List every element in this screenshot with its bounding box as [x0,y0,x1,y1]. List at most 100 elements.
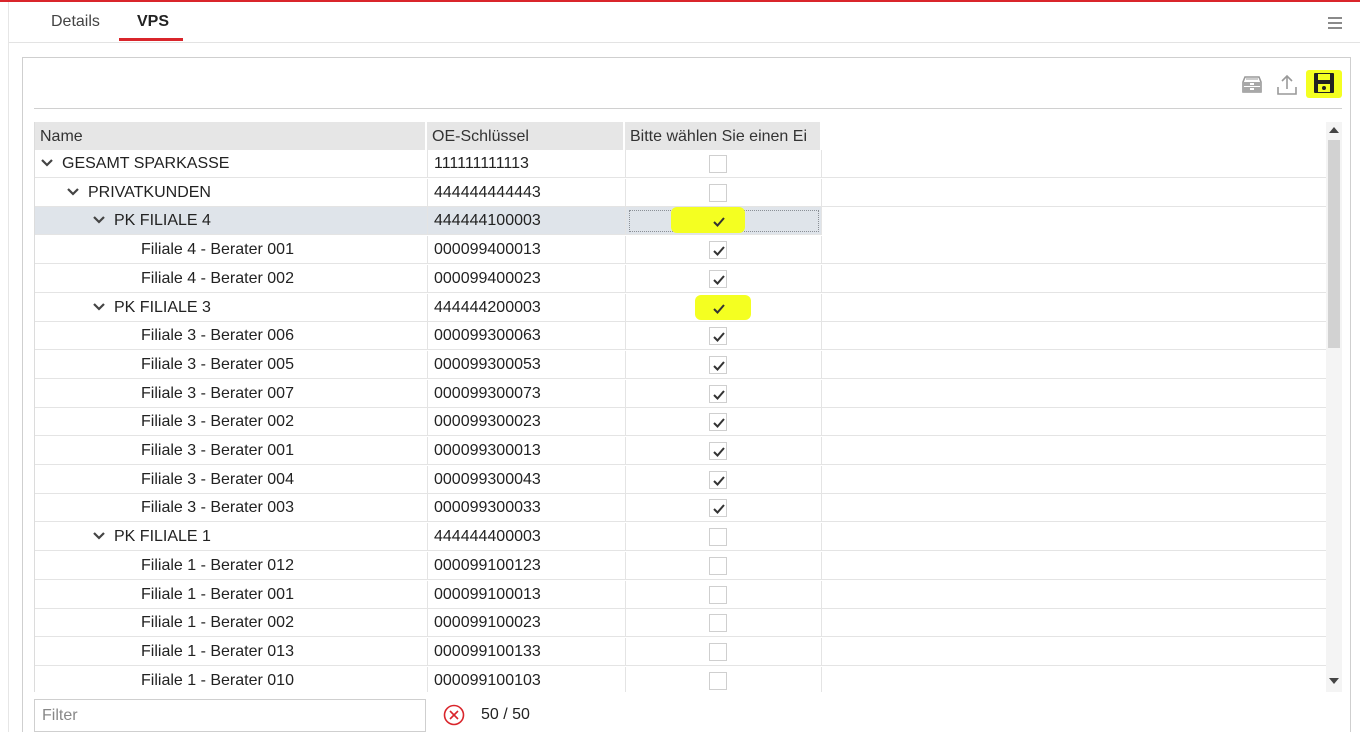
oe-key-cell: 000099100103 [427,667,625,692]
table-row[interactable]: Filiale 3 - Berater 007 000099300073 [35,380,1326,408]
row-checkbox[interactable] [709,299,727,317]
empty-cell [822,552,1326,580]
checkmark-icon [713,217,725,227]
name-cell: GESAMT SPARKASSE [35,150,427,178]
table-row[interactable]: PRIVATKUNDEN 444444444443 [35,179,1326,207]
row-checkbox[interactable] [709,385,727,403]
row-name: Filiale 3 - Berater 002 [141,413,294,430]
oe-key-cell: 000099300023 [427,408,625,436]
row-checkbox[interactable] [709,643,727,661]
tab-bar: Details VPS [9,2,1360,43]
oe-key-cell: 000099300013 [427,437,625,465]
name-cell: Filiale 4 - Berater 002 [35,265,427,293]
table-row[interactable]: PK FILIALE 1 444444400003 [35,523,1326,551]
row-checkbox[interactable] [709,270,727,288]
checkmark-icon [713,504,725,514]
table-row[interactable]: Filiale 1 - Berater 001 000099100013 [35,581,1326,609]
empty-cell [822,236,1326,264]
table-row[interactable]: Filiale 1 - Berater 013 000099100133 [35,638,1326,666]
column-header-name[interactable]: Name [35,122,427,150]
chevron-down-icon[interactable] [67,188,79,196]
archive-icon[interactable] [1240,73,1264,97]
toolbar-divider [34,108,1342,109]
highlight-marker [671,207,745,233]
oe-key-cell: 000099300033 [427,494,625,522]
oe-key-cell: 000099300053 [427,351,625,379]
row-checkbox[interactable] [709,557,727,575]
hamburger-menu-icon[interactable] [1328,17,1342,29]
oe-key-cell: 000099100023 [427,609,625,637]
row-checkbox[interactable] [709,184,727,202]
row-checkbox[interactable] [709,586,727,604]
row-name: Filiale 4 - Berater 001 [141,241,294,258]
empty-cell [822,609,1326,637]
table-row[interactable]: PK FILIALE 3 444444200003 [35,294,1326,322]
table-row[interactable]: Filiale 3 - Berater 001 000099300013 [35,437,1326,465]
row-name: Filiale 1 - Berater 012 [141,557,294,574]
filter-input[interactable] [34,699,426,732]
oe-key-cell: 444444400003 [427,523,625,551]
name-cell: Filiale 3 - Berater 005 [35,351,427,379]
row-checkbox[interactable] [709,528,727,546]
tab-details[interactable]: Details [51,13,100,31]
row-checkbox[interactable] [709,155,727,173]
active-tab-indicator [119,38,183,41]
row-checkbox[interactable] [709,327,727,345]
scroll-thumb[interactable] [1328,140,1340,348]
table-row[interactable]: Filiale 1 - Berater 010 000099100103 [35,667,1326,692]
row-checkbox[interactable] [709,241,727,259]
upload-icon[interactable] [1275,73,1299,97]
row-checkbox[interactable] [709,413,727,431]
row-name: Filiale 3 - Berater 001 [141,442,294,459]
oe-key-cell: 444444100003 [427,207,625,235]
empty-cell [822,150,1326,178]
chevron-down-icon[interactable] [93,532,105,540]
row-checkbox[interactable] [709,499,727,517]
row-name: Filiale 3 - Berater 004 [141,471,294,488]
row-name: PRIVATKUNDEN [88,184,211,201]
chevron-down-icon[interactable] [93,303,105,311]
table-row[interactable]: Filiale 3 - Berater 004 000099300043 [35,466,1326,494]
table-row[interactable]: PK FILIALE 4 444444100003 [35,207,1326,235]
save-icon[interactable] [1306,70,1342,98]
oe-key-cell: 444444444443 [427,179,625,207]
chevron-down-icon[interactable] [41,159,53,167]
table-row[interactable]: Filiale 3 - Berater 005 000099300053 [35,351,1326,379]
table-row[interactable]: Filiale 4 - Berater 002 000099400023 [35,265,1326,293]
row-checkbox[interactable] [709,356,727,374]
row-checkbox[interactable] [709,672,727,690]
scroll-down-arrow-icon[interactable] [1329,678,1339,684]
table-row[interactable]: Filiale 1 - Berater 012 000099100123 [35,552,1326,580]
scroll-up-arrow-icon[interactable] [1329,127,1339,133]
row-checkbox[interactable] [709,471,727,489]
chevron-down-icon[interactable] [93,216,105,224]
table-row[interactable]: Filiale 3 - Berater 002 000099300023 [35,408,1326,436]
row-name: PK FILIALE 1 [114,528,211,545]
row-name: Filiale 1 - Berater 001 [141,586,294,603]
name-cell: PK FILIALE 1 [35,523,427,551]
row-name: Filiale 1 - Berater 002 [141,614,294,631]
clear-filter-icon[interactable] [443,704,465,726]
row-checkbox[interactable] [709,212,727,230]
table-row[interactable]: Filiale 4 - Berater 001 000099400013 [35,236,1326,264]
name-cell: Filiale 1 - Berater 013 [35,638,427,666]
name-cell: Filiale 1 - Berater 002 [35,609,427,637]
table-row[interactable]: GESAMT SPARKASSE 111111111113 [35,150,1326,178]
checkmark-icon [713,418,725,428]
checkmark-icon [713,447,725,457]
table-row[interactable]: Filiale 3 - Berater 006 000099300063 [35,322,1326,350]
checkmark-icon [713,332,725,342]
row-checkbox[interactable] [709,614,727,632]
oe-key-cell: 000099300073 [427,380,625,408]
name-cell: Filiale 1 - Berater 010 [35,667,427,692]
column-header-oe-key[interactable]: OE-Schlüssel [427,122,625,150]
tab-vps[interactable]: VPS [137,13,169,31]
vertical-scrollbar[interactable] [1326,122,1342,692]
column-header-selection[interactable]: Bitte wählen Sie einen Ei [625,122,822,150]
table-row[interactable]: Filiale 1 - Berater 002 000099100023 [35,609,1326,637]
table-row[interactable]: Filiale 3 - Berater 003 000099300033 [35,494,1326,522]
name-cell: Filiale 1 - Berater 001 [35,581,427,609]
row-name: Filiale 3 - Berater 006 [141,327,294,344]
row-checkbox[interactable] [709,442,727,460]
oe-key-cell: 000099400013 [427,236,625,264]
